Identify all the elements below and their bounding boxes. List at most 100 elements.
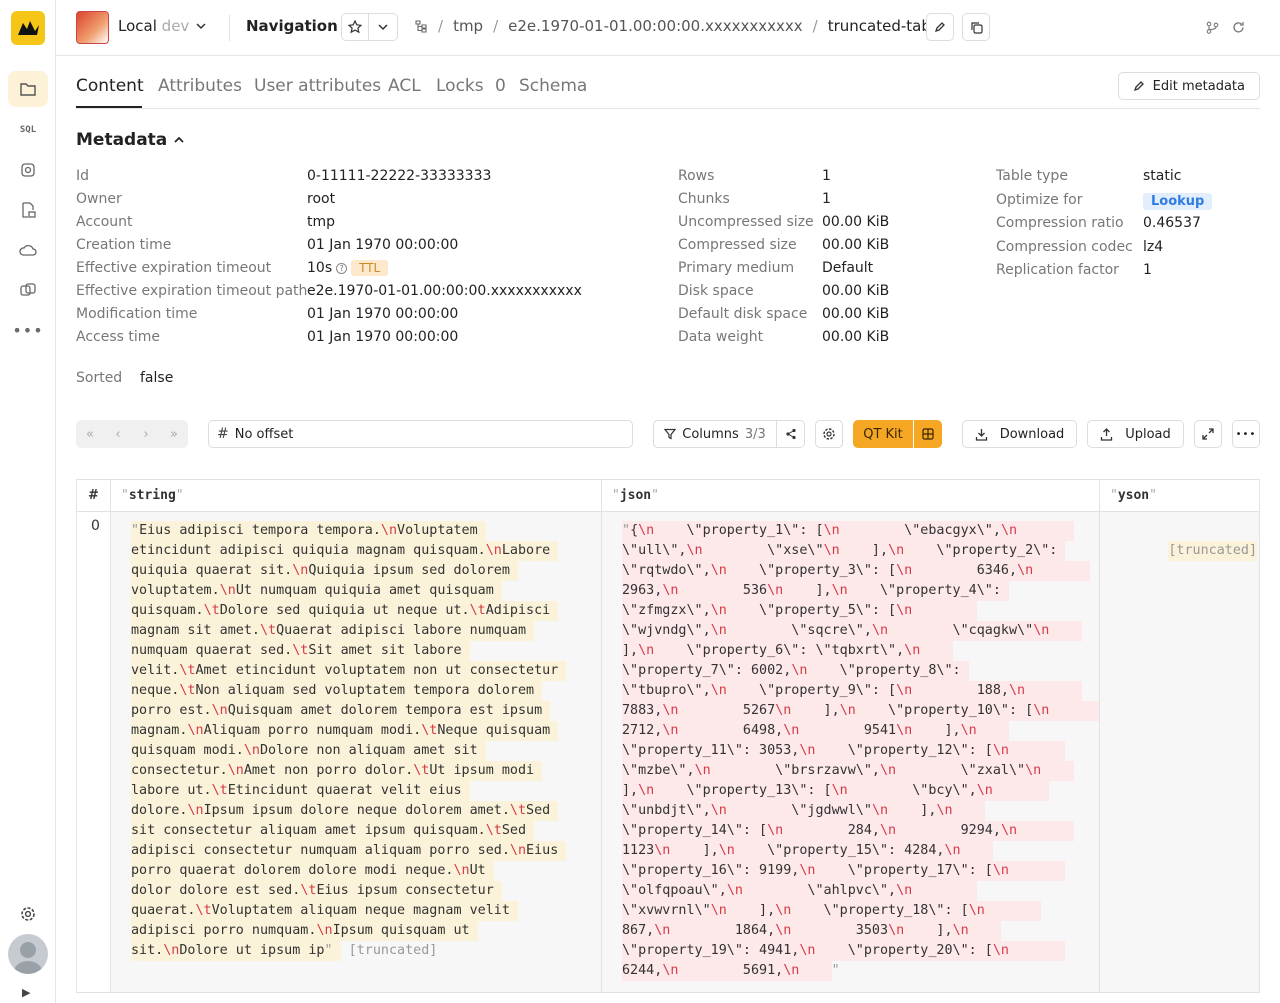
metadata-value: 00.00 KiB <box>822 237 889 253</box>
divider <box>229 15 230 41</box>
metadata-value: e2e.1970-01-01.00:00:00.xxxxxxxxxxx <box>307 283 582 299</box>
sidebar-item-accounts[interactable] <box>8 192 48 228</box>
metadata-key: Data weight <box>678 329 764 345</box>
expand-sidebar-icon[interactable]: ▶ <box>22 986 30 999</box>
chevron-down-icon[interactable] <box>195 20 207 32</box>
qt-kit-grid-button[interactable] <box>914 420 942 448</box>
string-value-line: quiquia quaerat sit.\nQuiquia ipsum sed … <box>131 561 518 581</box>
tab-locks-count: 0 <box>495 76 506 96</box>
metadata-key: Chunks <box>678 191 730 207</box>
metadata-value: 1 <box>822 191 831 207</box>
metadata-value: 1 <box>1143 262 1152 278</box>
last-page-button[interactable]: » <box>160 420 188 448</box>
upload-button[interactable]: Upload <box>1087 420 1184 448</box>
avatar[interactable] <box>8 934 48 974</box>
string-value-line: quaerat.\tVoluptatem aliquam neque magna… <box>131 901 518 921</box>
breadcrumb-item[interactable]: e2e.1970-01-01.00:00:00.xxxxxxxxxxx <box>508 17 803 35</box>
more-actions-button[interactable]: ••• <box>1232 420 1260 448</box>
filter-icon <box>664 428 677 440</box>
string-value-line: adipisci consectetur numquam aliquam por… <box>131 841 567 861</box>
favorites-dropdown[interactable] <box>368 13 398 41</box>
download-icon <box>975 428 987 441</box>
offset-value: No offset <box>234 426 294 442</box>
app-logo[interactable] <box>11 11 45 45</box>
metadata-value-text: 00.00 KiB <box>822 237 890 253</box>
breadcrumb-item[interactable]: tmp <box>453 17 483 35</box>
column-header-json[interactable]: " json " <box>602 480 1100 512</box>
metadata-value-text: 00.00 KiB <box>822 306 890 322</box>
more-icon[interactable]: ••• <box>8 312 48 348</box>
metadata-key: Optimize for <box>996 191 1083 208</box>
metadata-value: 00.00 KiB <box>822 283 889 299</box>
copy-path-button[interactable] <box>962 13 990 41</box>
json-value-line: \"tbupro\",\n \"property_9\": [\n 188,\n <box>622 681 1082 701</box>
refresh-icon[interactable] <box>1232 21 1245 34</box>
cluster-selector[interactable]: Local dev <box>118 17 189 35</box>
column-header-label: json <box>619 488 652 503</box>
metadata-toggle[interactable]: Metadata <box>76 130 185 150</box>
user-icon <box>13 942 43 974</box>
tab-acl[interactable]: ACL <box>388 76 421 96</box>
chevron-up-icon <box>174 136 184 143</box>
rename-button[interactable] <box>926 13 954 41</box>
column-header-label: string <box>128 488 176 503</box>
tab-attributes[interactable]: Attributes <box>158 76 242 96</box>
sidebar-item-navigation[interactable] <box>8 71 48 107</box>
tree-icon[interactable] <box>414 19 428 33</box>
tab-content[interactable]: Content <box>76 76 144 96</box>
download-button[interactable]: Download <box>962 420 1077 448</box>
metadata-key: Compression codec <box>996 238 1133 255</box>
document-lock-icon <box>22 202 36 218</box>
help-icon[interactable]: ? <box>336 263 348 274</box>
sidebar-item-sql[interactable]: SQL <box>8 112 48 148</box>
star-icon <box>348 20 362 34</box>
column-header-string[interactable]: " string " <box>111 480 602 512</box>
json-value-line: ],\n \"property_6\": \"tqbxrt\",\n <box>622 641 953 661</box>
table-settings-button[interactable] <box>815 420 843 448</box>
column-header-index[interactable]: # <box>77 480 111 512</box>
string-value-line: magnam sit amet.\tQuaerat adipisci labor… <box>131 621 535 641</box>
sidebar-item-cloud[interactable] <box>8 232 48 268</box>
share-columns-button[interactable] <box>776 420 805 448</box>
sidebar: SQL ••• ▶ <box>0 0 56 1003</box>
columns-button[interactable]: Columns 3/3 <box>653 420 777 448</box>
string-cell[interactable]: "Eius adipisci tempora tempora.\nVolupta… <box>111 512 602 992</box>
metadata-key: Effective expiration timeout <box>76 260 272 276</box>
branch-icon[interactable] <box>1206 21 1219 34</box>
metadata-value: 01 Jan 1970 00:00:00 <box>307 329 458 345</box>
json-cell[interactable]: "{\n \"property_1\": [\n \"ebacgyx\",\n … <box>602 512 1100 992</box>
tab-locks[interactable]: Locks 0 <box>436 76 506 96</box>
string-value-line: quisquam modi.\nDolore non aliquam amet … <box>131 741 486 761</box>
next-page-button[interactable]: › <box>132 420 160 448</box>
json-value-line: \"unbdjt\",\n \"jgdwwl\"\n ],\n <box>622 801 985 821</box>
tab-schema[interactable]: Schema <box>519 76 587 96</box>
prev-page-button[interactable]: ‹ <box>104 420 132 448</box>
edit-metadata-button[interactable]: Edit metadata <box>1117 72 1260 100</box>
metadata-key: Rows <box>678 168 715 184</box>
favorite-button[interactable] <box>341 13 369 41</box>
sidebar-item-operations[interactable] <box>8 272 48 308</box>
column-header-yson[interactable]: " yson " <box>1100 480 1259 512</box>
json-value-line: \"property_11\": 3053,\n \"property_12\"… <box>622 741 1066 761</box>
offset-input[interactable]: # No offset <box>208 420 633 448</box>
columns-label: Columns <box>682 426 739 442</box>
pagination: « ‹ › » <box>76 420 188 448</box>
json-value-line: \"ull\",\n \"xse\"\n ],\n \"property_2\"… <box>622 541 1066 561</box>
metadata-value-text: lz4 <box>1143 238 1164 255</box>
qt-kit-button[interactable]: QT Kit <box>853 420 913 448</box>
fullscreen-button[interactable] <box>1194 420 1222 448</box>
first-page-button[interactable]: « <box>76 420 104 448</box>
metadata-key: Account <box>76 214 133 230</box>
settings-button[interactable] <box>8 896 48 932</box>
string-value-line: quisquam.\tDolore sed quiquia ut neque u… <box>131 601 559 621</box>
sidebar-item-components[interactable] <box>8 152 48 188</box>
string-value-line: porro quaerat dolorem dolore modi neque.… <box>131 861 494 881</box>
tab-user-attributes[interactable]: User attributes <box>254 76 381 96</box>
metadata-value-text: 00.00 KiB <box>822 283 890 299</box>
upload-label: Upload <box>1125 426 1171 442</box>
gear-icon <box>21 907 35 921</box>
layers-icon <box>20 283 36 296</box>
yson-cell[interactable]: [truncated] <box>1100 512 1259 992</box>
data-table: # " string " " json " " yson " 0 "Eius adipisc… <box>76 479 1260 993</box>
share-icon <box>785 428 796 440</box>
